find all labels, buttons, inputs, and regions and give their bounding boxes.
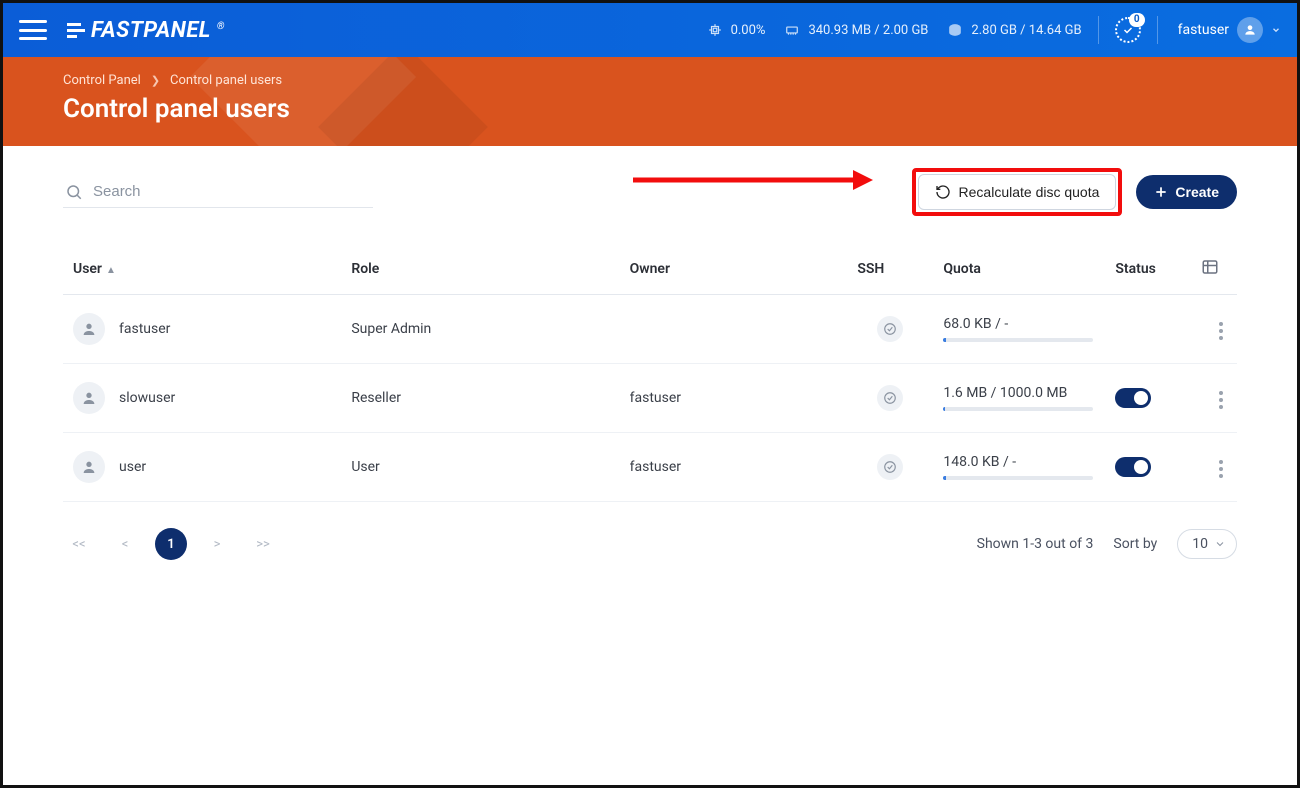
owner-cell xyxy=(620,295,848,364)
content: Recalculate disc quota Create User▲ Role… xyxy=(3,146,1297,582)
page-first[interactable]: << xyxy=(63,528,95,560)
disk-stat: 2.80 GB / 14.64 GB xyxy=(946,23,1081,38)
divider xyxy=(1157,16,1158,44)
page-prev[interactable]: < xyxy=(109,528,141,560)
breadcrumb: Control Panel ❯ Control panel users xyxy=(63,73,1237,88)
username-label: fastuser xyxy=(1178,22,1229,38)
owner-cell: fastuser xyxy=(620,433,848,502)
user-icon xyxy=(73,382,105,414)
user-menu[interactable]: fastuser xyxy=(1178,17,1281,43)
menu-icon[interactable] xyxy=(19,20,47,40)
page-header: Control Panel ❯ Control panel users Cont… xyxy=(3,57,1297,146)
row-menu-button[interactable] xyxy=(1215,456,1227,482)
users-table: User▲ Role Owner SSH Quota Status fastus… xyxy=(63,244,1237,502)
plus-icon xyxy=(1154,185,1168,199)
columns-icon xyxy=(1201,258,1219,276)
table-footer: << < 1 > >> Shown 1-3 out of 3 Sort by 1… xyxy=(63,528,1237,560)
sortby-label: Sort by xyxy=(1113,536,1157,552)
search-field[interactable] xyxy=(63,177,373,208)
page-last[interactable]: >> xyxy=(247,528,279,560)
topbar: FASTPANEL ® 0.00% 340.93 MB / 2.00 GB 2.… xyxy=(3,3,1297,57)
create-label: Create xyxy=(1175,184,1219,200)
role-cell: Super Admin xyxy=(341,295,619,364)
ssh-ok-icon xyxy=(877,385,903,411)
user-name: user xyxy=(119,459,146,475)
quota-bar xyxy=(943,338,1093,342)
sort-asc-icon: ▲ xyxy=(106,265,116,276)
table-row: fastuser Super Admin 68.0 KB / - xyxy=(63,295,1237,364)
user-icon xyxy=(73,313,105,345)
recalculate-quota-button[interactable]: Recalculate disc quota xyxy=(918,174,1117,210)
logo-text: FASTPANEL xyxy=(91,18,211,43)
th-owner[interactable]: Owner xyxy=(620,244,848,295)
highlight-annotation: Recalculate disc quota xyxy=(912,168,1123,216)
logo[interactable]: FASTPANEL ® xyxy=(67,18,225,43)
page-title: Control panel users xyxy=(63,94,1237,124)
arrow-annotation xyxy=(633,165,873,195)
page-next[interactable]: > xyxy=(201,528,233,560)
quota-text: 68.0 KB / - xyxy=(943,316,1095,332)
th-status[interactable]: Status xyxy=(1105,244,1191,295)
breadcrumb-current: Control panel users xyxy=(170,73,282,88)
status-toggle[interactable] xyxy=(1115,388,1151,408)
role-cell: Reseller xyxy=(341,364,619,433)
quota-bar xyxy=(943,476,1093,480)
ram-icon xyxy=(783,23,801,37)
user-name: fastuser xyxy=(119,321,170,337)
chevron-down-icon xyxy=(1214,538,1226,550)
ssh-ok-icon xyxy=(877,454,903,480)
page-size-select[interactable]: 10 xyxy=(1177,529,1237,559)
page-size-value: 10 xyxy=(1192,536,1208,552)
tasks-spinner-icon[interactable]: 0 xyxy=(1115,17,1141,43)
table-row: user User fastuser 148.0 KB / - xyxy=(63,433,1237,502)
user-icon xyxy=(73,451,105,483)
th-columns[interactable] xyxy=(1191,244,1237,295)
th-user[interactable]: User▲ xyxy=(63,244,341,295)
chevron-right-icon: ❯ xyxy=(151,74,160,87)
th-quota[interactable]: Quota xyxy=(933,244,1105,295)
th-ssh[interactable]: SSH xyxy=(847,244,933,295)
chevron-down-icon xyxy=(1271,25,1281,35)
ram-stat: 340.93 MB / 2.00 GB xyxy=(783,23,928,38)
create-button[interactable]: Create xyxy=(1136,175,1237,209)
shown-label: Shown 1-3 out of 3 xyxy=(977,536,1094,552)
search-icon xyxy=(65,183,83,201)
row-menu-button[interactable] xyxy=(1215,387,1227,413)
quota-text: 148.0 KB / - xyxy=(943,454,1095,470)
owner-cell: fastuser xyxy=(620,364,848,433)
quota-bar xyxy=(943,407,1093,411)
table-row: slowuser Reseller fastuser 1.6 MB / 1000… xyxy=(63,364,1237,433)
status-toggle[interactable] xyxy=(1115,457,1151,477)
th-role[interactable]: Role xyxy=(341,244,619,295)
row-menu-button[interactable] xyxy=(1215,318,1227,344)
search-input[interactable] xyxy=(93,183,371,200)
refresh-icon xyxy=(935,184,951,200)
avatar-icon xyxy=(1237,17,1263,43)
user-name: slowuser xyxy=(119,390,175,406)
page-current[interactable]: 1 xyxy=(155,528,187,560)
pagination: << < 1 > >> xyxy=(63,528,279,560)
cpu-icon xyxy=(706,23,724,37)
tasks-badge: 0 xyxy=(1129,13,1145,27)
quota-text: 1.6 MB / 1000.0 MB xyxy=(943,385,1095,401)
ssh-ok-icon xyxy=(877,316,903,342)
breadcrumb-root[interactable]: Control Panel xyxy=(63,73,141,88)
divider xyxy=(1098,16,1099,44)
disk-icon xyxy=(946,23,964,37)
role-cell: User xyxy=(341,433,619,502)
logo-reg: ® xyxy=(217,21,225,32)
cpu-stat: 0.00% xyxy=(706,23,766,38)
recalc-label: Recalculate disc quota xyxy=(959,184,1100,200)
